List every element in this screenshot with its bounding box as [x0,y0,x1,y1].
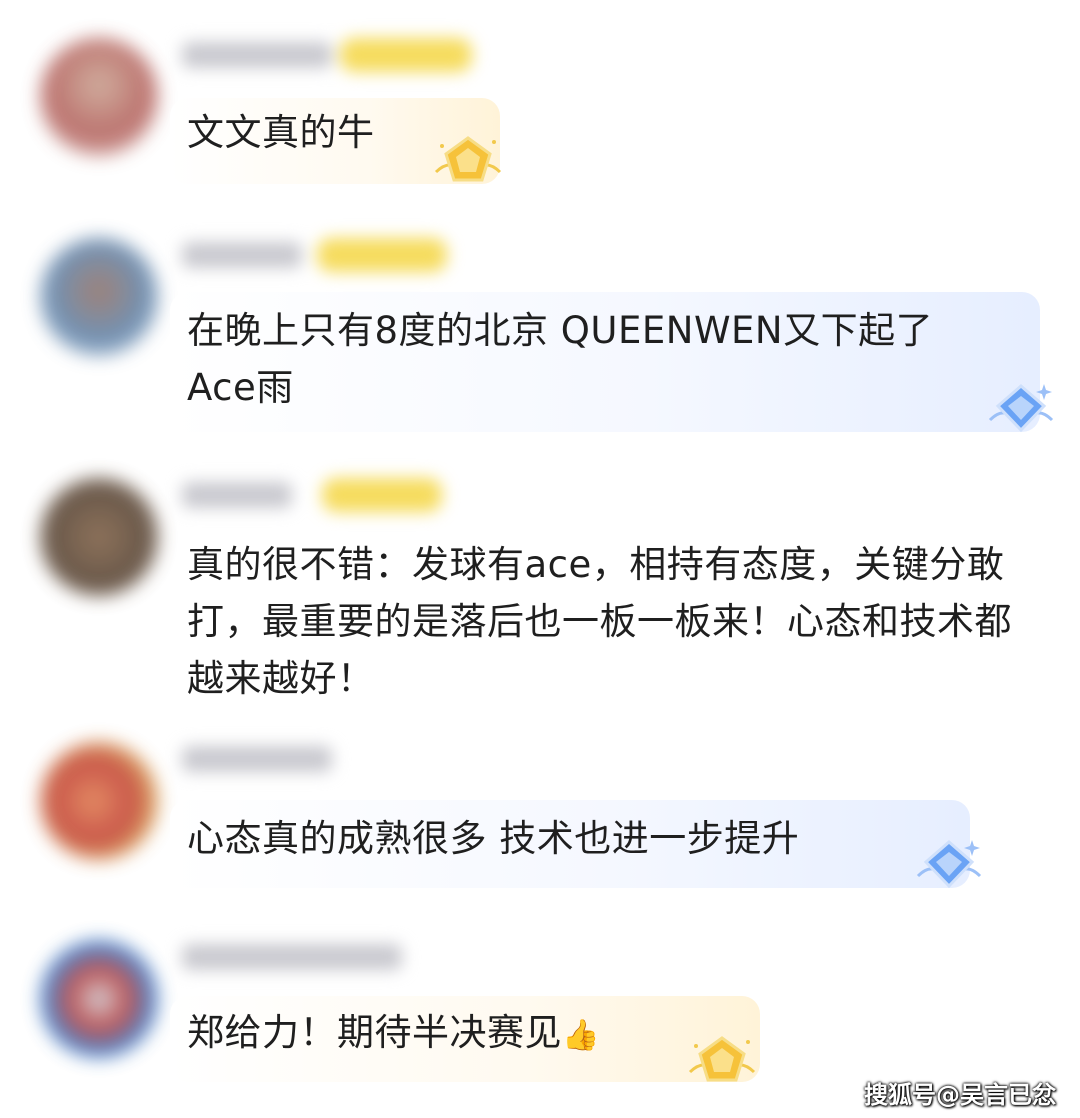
gold-pentagon-badge-icon [432,132,504,194]
avatar[interactable] [40,38,158,156]
comment-text: 真的很不错：发球有ace，相持有态度，关键分敢打，最重要的是落后也一板一板来！心… [187,543,1012,700]
comment-text: 郑给力！期待半决赛见👍 [187,1011,600,1054]
avatar[interactable] [40,940,158,1058]
thumbs-up-emoji: 👍 [562,1018,600,1053]
watermark: 搜狐号@吴言已忿 [864,1081,1056,1109]
nickname-blurred[interactable] [182,478,442,512]
nickname-blurred[interactable] [182,940,402,974]
blue-diamond-badge-icon [914,836,984,896]
avatar[interactable] [40,478,158,596]
avatar[interactable] [40,238,158,356]
blue-diamond-badge-icon [986,380,1056,440]
nickname-blurred[interactable] [182,742,332,776]
comment-text: 心态真的成熟很多 技术也进一步提升 [187,817,800,860]
gold-pentagon-badge-icon [686,1032,758,1094]
nickname-blurred[interactable] [182,38,472,72]
nickname-blurred[interactable] [182,238,447,272]
comment-text: 在晚上只有8度的北京 QUEENWEN又下起了Ace雨 [187,309,934,409]
avatar[interactable] [40,742,158,860]
